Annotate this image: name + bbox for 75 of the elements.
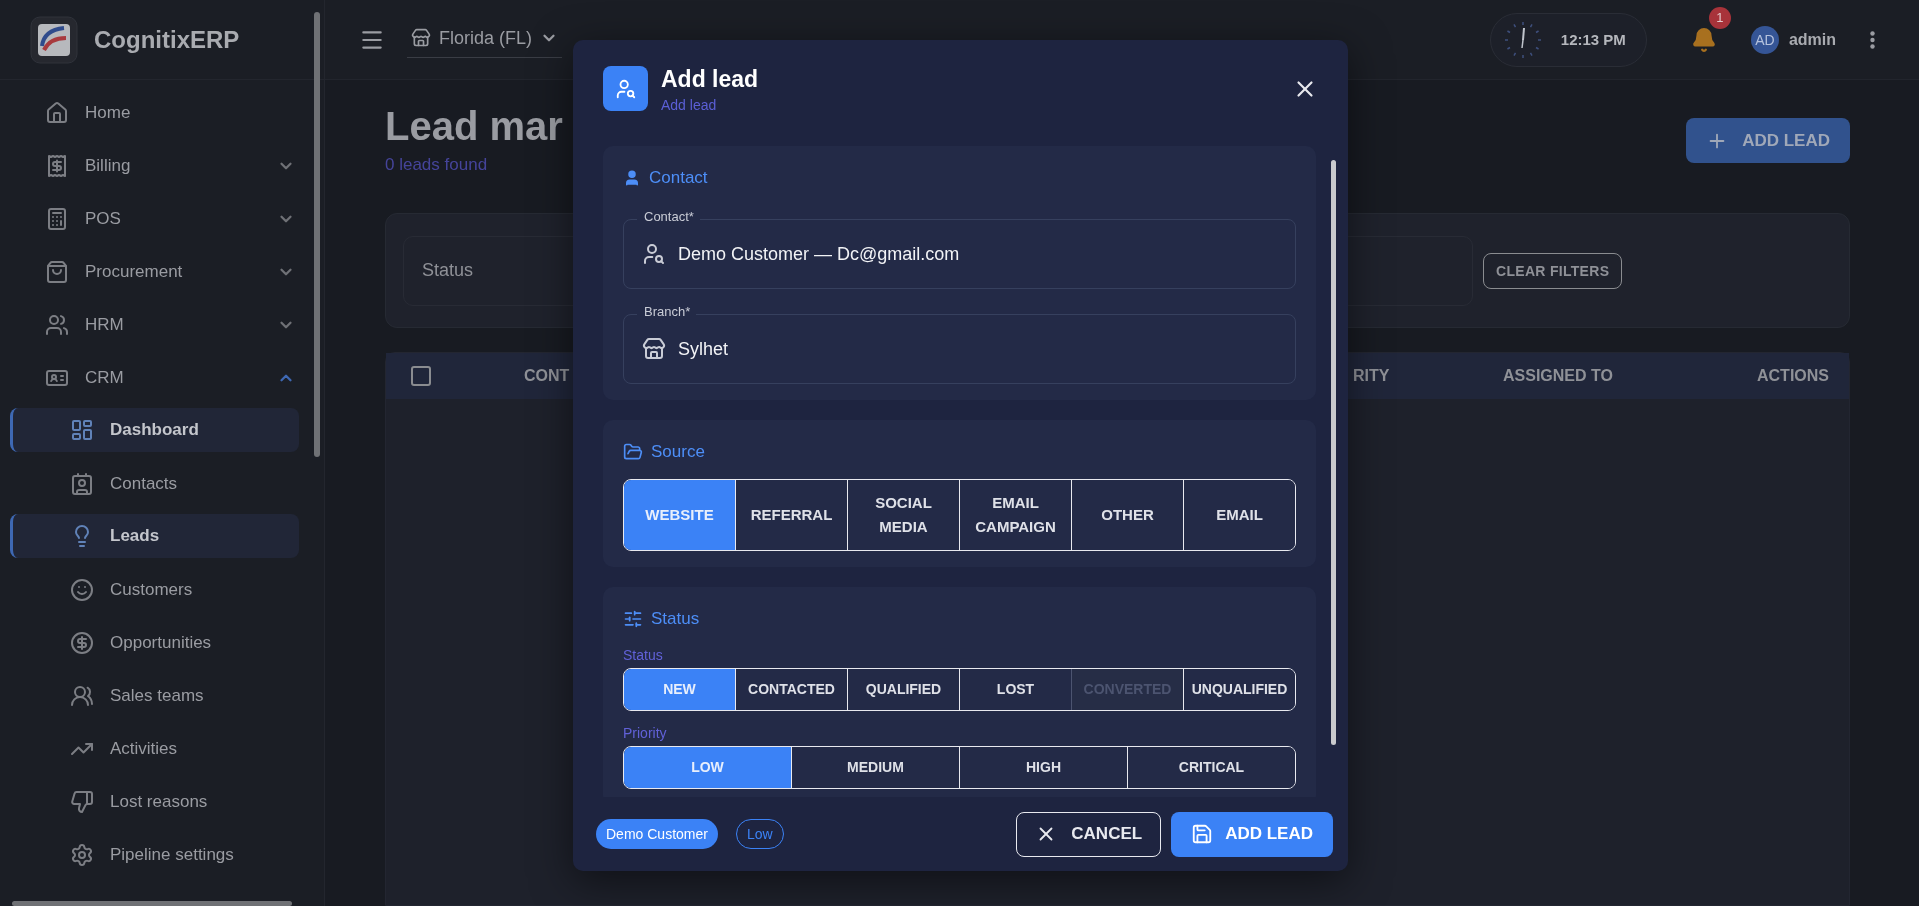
clock-icon [1502, 19, 1543, 60]
notification-badge: 1 [1708, 6, 1731, 29]
dialog-title: Add lead [661, 66, 760, 93]
scrollbar[interactable] [314, 12, 320, 457]
store-icon [411, 28, 431, 48]
thumbs-down-icon [70, 789, 94, 814]
sidebar-item[interactable]: Dashboard [10, 408, 299, 452]
add-lead-button[interactable]: ADD LEAD [1686, 118, 1850, 163]
sidebar-item[interactable]: Pipeline settings [10, 828, 299, 881]
person-icon [623, 169, 641, 187]
time-text: 12:13 PM [1560, 31, 1626, 48]
dollar-icon [70, 630, 94, 655]
field-label: Contact* [637, 209, 700, 224]
field-label: Branch* [637, 304, 697, 319]
select-all-checkbox[interactable] [411, 366, 431, 386]
field-value: Sylhet [678, 338, 729, 360]
user-search-icon [642, 242, 666, 266]
sidebar-item[interactable]: Leads [10, 514, 299, 558]
toggle-option[interactable]: NEW [624, 669, 735, 710]
sidebar-item[interactable]: Lost reasons [10, 775, 299, 828]
branch-select[interactable]: Florida (FL) [407, 21, 562, 58]
cancel-button[interactable]: CANCEL [1016, 811, 1162, 857]
dashboard-icon [70, 418, 94, 442]
sidebar-item[interactable]: HRM [10, 298, 299, 351]
receipt-icon [45, 153, 69, 178]
column-header: RITY [1353, 367, 1391, 385]
sidebar-item[interactable]: Customers [10, 563, 299, 616]
sidebar-item[interactable]: POS [10, 192, 299, 245]
lead-count: 0 leads found [385, 155, 489, 175]
dialog-subtitle: Add lead [661, 97, 718, 113]
section-heading: Status [651, 609, 700, 629]
folder-icon [623, 442, 643, 462]
group-label: Priority [623, 725, 668, 741]
bell-icon[interactable] [1690, 26, 1717, 53]
clear-filters-button[interactable]: CLEAR FILTERS [1483, 252, 1623, 289]
add-lead-button[interactable]: ADD LEAD [1171, 811, 1333, 857]
section-heading: Contact [649, 168, 708, 188]
toggle-option[interactable]: CRITICAL [1127, 747, 1295, 788]
group-label: Status [623, 647, 664, 663]
home-icon [45, 100, 69, 125]
sidebar-item[interactable]: CRM [10, 351, 299, 404]
section-heading: Source [651, 442, 705, 462]
toggle-option[interactable]: WEBSITE [624, 480, 735, 550]
toggle-option[interactable]: UNQUALIFIED [1183, 669, 1295, 710]
scrollbar[interactable] [12, 901, 292, 906]
more-icon [1870, 30, 1875, 49]
toggle-option[interactable]: LOW [624, 747, 791, 788]
face-icon [70, 577, 94, 602]
logo-icon [30, 15, 78, 64]
bag-icon [45, 259, 69, 284]
toggle-option[interactable]: EMAIL [1183, 480, 1295, 550]
field-value: Demo Customer — Dc@gmail.com [678, 243, 960, 265]
column-header: ACTIONS [1757, 367, 1829, 385]
group-icon [70, 683, 94, 708]
sidebar-item[interactable]: Opportunities [10, 616, 299, 669]
sidebar-item[interactable]: Billing [10, 139, 299, 192]
settings-icon [70, 842, 94, 867]
user-search-icon [603, 66, 648, 111]
brand-name: CognitixERP [94, 25, 240, 54]
user-name: admin [1788, 30, 1836, 49]
sidebar-item[interactable]: Activities [10, 722, 299, 775]
column-header: CONT [524, 367, 571, 385]
sidebar-item[interactable]: Sales teams [10, 669, 299, 722]
people-icon [45, 312, 69, 337]
summary-chip: Demo Customer [596, 819, 718, 849]
store-icon [642, 337, 666, 361]
contact-card-icon [70, 471, 94, 496]
sidebar-item[interactable]: Procurement [10, 245, 299, 298]
sidebar-item[interactable]: Home [10, 86, 299, 139]
page-title: Lead mar [385, 104, 563, 149]
avatar[interactable]: AD [1750, 25, 1779, 54]
sidebar-item[interactable]: Contacts [10, 457, 299, 510]
column-header: ASSIGNED TO [1503, 367, 1614, 385]
sliders-icon [623, 609, 643, 629]
calculator-icon [45, 206, 69, 231]
